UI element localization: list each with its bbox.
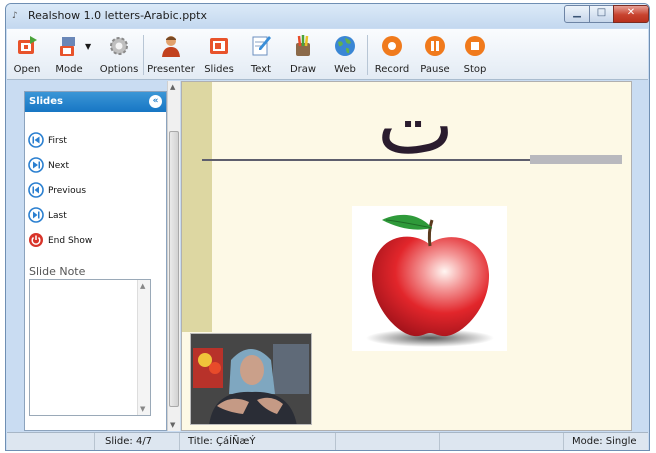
stop-label: Stop xyxy=(463,64,487,75)
presenter-video-frame xyxy=(191,334,311,424)
draw-button[interactable]: Draw xyxy=(285,32,321,78)
text-button[interactable]: Text xyxy=(245,32,277,78)
slide-view[interactable]: ت xyxy=(181,81,632,431)
maximize-button[interactable]: □ xyxy=(589,5,614,23)
stop-button[interactable]: Stop xyxy=(459,32,491,78)
pause-icon xyxy=(425,36,445,56)
text-icon xyxy=(252,36,271,56)
draw-icon xyxy=(296,35,310,56)
previous-label: Previous xyxy=(48,186,87,196)
minimize-button[interactable]: ▁ xyxy=(564,5,590,23)
webcam-video[interactable] xyxy=(190,333,312,425)
status-cell-empty xyxy=(7,433,95,450)
slides-label: Slides xyxy=(204,64,234,75)
next-icon xyxy=(28,157,44,173)
record-label: Record xyxy=(374,64,410,75)
minimize-icon: ▁ xyxy=(573,7,581,18)
pause-label: Pause xyxy=(420,64,450,75)
mode-button[interactable]: ▼ Mode xyxy=(49,32,92,78)
scroll-down-icon[interactable]: ▼ xyxy=(140,405,145,413)
slides-panel: Slides « First Next Previous Last End Sh… xyxy=(24,91,167,431)
toolbar-separator xyxy=(143,35,144,75)
stop-icon xyxy=(465,36,485,56)
status-slide: Slide: 4/7 xyxy=(105,436,153,447)
first-icon xyxy=(28,132,44,148)
status-title-cell: Title: ÇáÍÑæÝ xyxy=(180,433,336,450)
scroll-up-icon[interactable]: ▲ xyxy=(170,83,175,91)
last-label: Last xyxy=(48,211,67,221)
close-button[interactable]: ✕ xyxy=(613,5,649,23)
collapse-icon[interactable]: « xyxy=(149,95,162,108)
first-label: First xyxy=(48,136,67,146)
mode-icon xyxy=(60,37,75,56)
presenter-icon xyxy=(162,36,180,57)
slide-accent-bar xyxy=(530,155,622,164)
toolbar-separator xyxy=(367,35,368,75)
maximize-icon: □ xyxy=(596,7,607,18)
last-icon xyxy=(28,207,44,223)
power-icon xyxy=(29,233,43,247)
app-icon: ♪ xyxy=(12,11,18,21)
presenter-label: Presenter xyxy=(147,64,195,75)
app-window: ♪ Realshow 1.0 letters-Arabic.pptx ▁ □ ✕… xyxy=(5,3,650,451)
web-label: Web xyxy=(334,64,356,75)
gear-icon xyxy=(110,37,128,55)
toolbar: Open ▼ Mode Options Presenter Slides Tex… xyxy=(7,29,648,80)
text-label: Text xyxy=(250,64,272,75)
slides-button[interactable]: Slides xyxy=(202,32,236,78)
status-title: Title: ÇáÍÑæÝ xyxy=(188,436,256,447)
presenter-button[interactable]: Presenter xyxy=(147,32,195,78)
scrollbar-thumb[interactable] xyxy=(169,131,179,407)
scroll-up-icon[interactable]: ▲ xyxy=(140,282,145,290)
scroll-down-icon[interactable]: ▼ xyxy=(170,421,175,429)
open-label: Open xyxy=(13,64,41,75)
status-cell-empty xyxy=(336,433,440,450)
open-icon xyxy=(18,36,37,54)
previous-icon xyxy=(28,182,44,198)
globe-icon xyxy=(335,36,355,56)
arabic-letter: ت xyxy=(377,81,455,173)
close-icon: ✕ xyxy=(626,7,636,18)
pause-button[interactable]: Pause xyxy=(417,32,453,78)
end-show-label: End Show xyxy=(48,236,93,246)
apple-image xyxy=(352,206,507,351)
mode-label: Mode xyxy=(55,64,83,75)
status-mode-cell: Mode: Single xyxy=(564,433,648,450)
status-cell-empty xyxy=(440,433,564,450)
record-button[interactable]: Record xyxy=(373,32,411,78)
status-bar: Slide: 4/7 Title: ÇáÍÑæÝ Mode: Single xyxy=(7,432,648,450)
status-slide-cell: Slide: 4/7 xyxy=(95,433,180,450)
record-icon xyxy=(382,36,402,56)
slides-icon xyxy=(210,38,228,54)
title-bar[interactable]: ♪ Realshow 1.0 letters-Arabic.pptx ▁ □ ✕ xyxy=(6,4,649,28)
sidebar-scrollbar[interactable]: ▲ ▼ xyxy=(167,81,180,431)
next-label: Next xyxy=(48,161,69,171)
slide-side-band xyxy=(182,82,212,332)
apple-illustration xyxy=(366,214,494,347)
options-button[interactable]: Options xyxy=(99,32,139,78)
chevron-down-icon: ▼ xyxy=(85,42,92,51)
web-button[interactable]: Web xyxy=(329,32,361,78)
slide-note-label: Slide Note xyxy=(29,265,86,278)
slides-panel-title: Slides xyxy=(29,96,63,107)
note-scrollbar[interactable]: ▲ ▼ xyxy=(137,280,150,415)
open-button[interactable]: Open xyxy=(11,32,43,78)
status-mode: Mode: Single xyxy=(572,436,637,447)
draw-label: Draw xyxy=(289,64,317,75)
slide-note-textarea[interactable]: ▲ ▼ xyxy=(29,279,151,416)
options-label: Options xyxy=(99,64,139,75)
window-title: Realshow 1.0 letters-Arabic.pptx xyxy=(28,9,207,22)
slides-panel-header[interactable]: Slides « xyxy=(25,92,166,112)
